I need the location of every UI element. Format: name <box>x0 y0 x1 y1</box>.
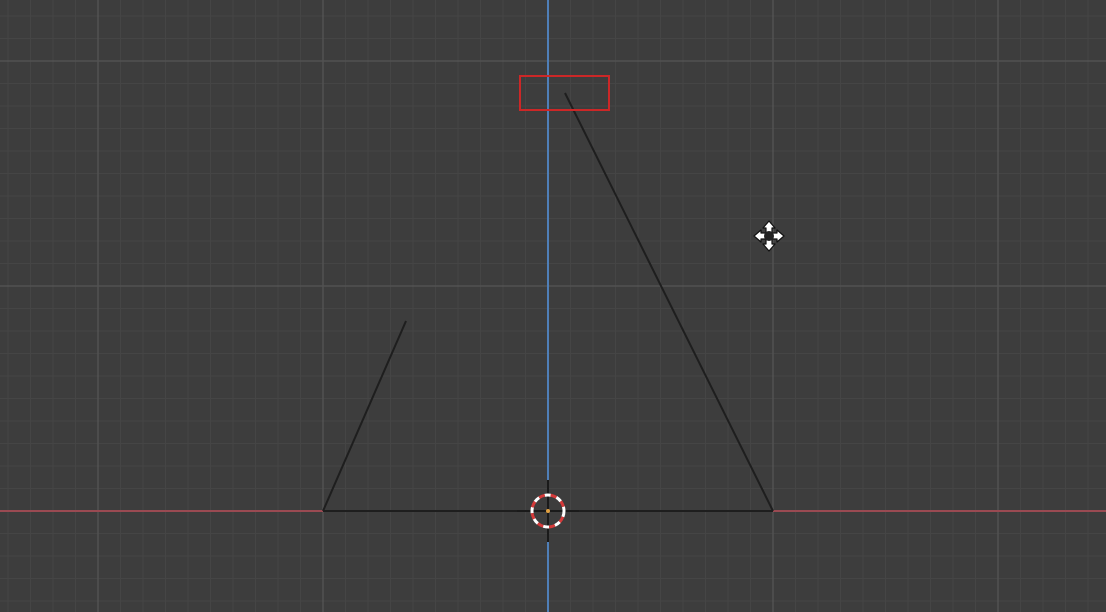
3d-viewport[interactable] <box>0 0 1106 612</box>
viewport-canvas[interactable] <box>0 0 1106 612</box>
